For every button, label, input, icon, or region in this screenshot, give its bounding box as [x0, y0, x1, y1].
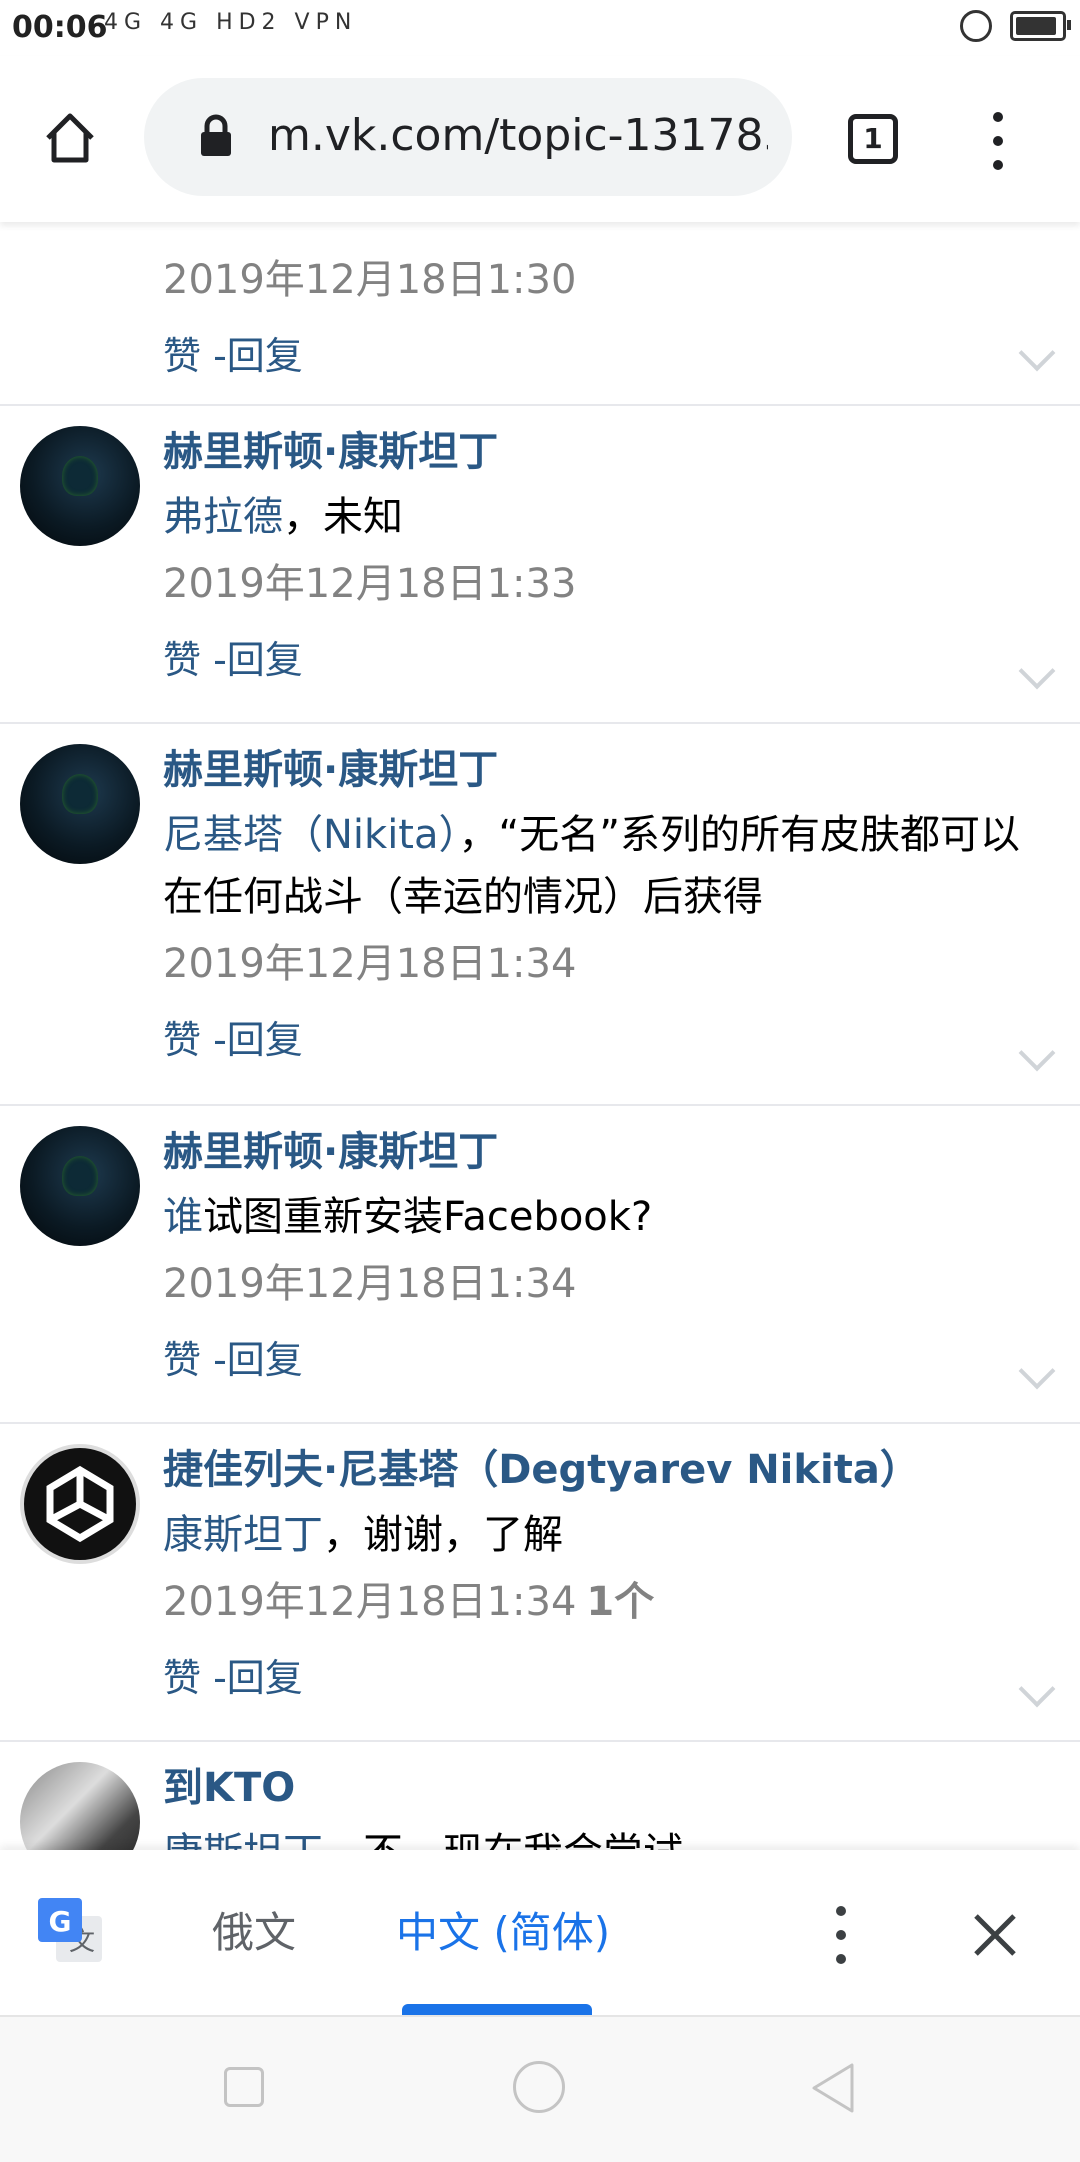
comment-date: 2019年12月18日1:34	[163, 941, 577, 987]
like-count[interactable]: 1个	[586, 1579, 654, 1625]
comment-item: 赫里斯顿·康斯坦丁 尼基塔（Nikita），“无名”系列的所有皮肤都可以在任何战…	[0, 724, 1080, 1106]
google-translate-icon[interactable]: 文 G	[38, 1898, 104, 1964]
svg-text:G: G	[49, 1905, 72, 1938]
home-nav-button[interactable]	[513, 2061, 565, 2113]
selected-tab-indicator	[402, 2004, 592, 2015]
translate-menu-button[interactable]	[826, 1906, 856, 1966]
comment-item: 捷佳列夫·尼基塔（Degtyarev Nikita） 康斯坦丁，谢谢，了解 20…	[0, 1424, 1080, 1742]
browser-toolbar: m.vk.com/topic-131785 1	[0, 56, 1080, 222]
source-language-tab[interactable]: 俄文	[212, 1908, 296, 1958]
comment-actions[interactable]: 赞 -回复	[163, 328, 1050, 404]
comment-item: 2019年12月18日1:30 赞 -回复	[0, 222, 1080, 406]
unity-logo-icon	[46, 1465, 114, 1543]
status-bar: 00:06 4G 4G HD2 VPN	[0, 0, 1080, 56]
comment-body: 试图重新安装Facebook?	[203, 1194, 653, 1240]
comment-author[interactable]: 到KTO	[163, 1760, 1050, 1816]
comment-date: 2019年12月18日1:34	[163, 1261, 577, 1307]
comment-text: 弗拉德，未知	[163, 486, 1050, 548]
comment-author[interactable]: 赫里斯顿·康斯坦丁	[163, 1124, 1050, 1180]
rotation-lock-icon	[960, 10, 992, 42]
comment-author[interactable]: 捷佳列夫·尼基塔（Degtyarev Nikita）	[163, 1442, 1050, 1498]
comments-list: 2019年12月18日1:30 赞 -回复 赫里斯顿·康斯坦丁 弗拉德，未知 2…	[0, 222, 1080, 1850]
back-button[interactable]	[808, 2061, 858, 2115]
avatar[interactable]	[20, 1444, 140, 1564]
comment-author[interactable]: 赫里斯顿·康斯坦丁	[163, 742, 1050, 798]
close-icon[interactable]	[972, 1912, 1018, 1958]
comment-mention[interactable]: 康斯坦丁	[163, 1512, 323, 1558]
network-icons: 4G 4G HD2 VPN	[104, 10, 358, 35]
avatar[interactable]	[20, 1126, 140, 1246]
status-right	[960, 10, 1071, 42]
comment-text: 康斯坦丁，谢谢，了解	[163, 1504, 1050, 1566]
recents-button[interactable]	[224, 2067, 264, 2107]
comment-date: 2019年12月18日1:34 1个	[163, 1574, 1050, 1630]
comment-body: ，未知	[283, 494, 403, 540]
comment-mention[interactable]: 弗拉德	[163, 494, 283, 540]
comment-actions[interactable]: 赞 -回复	[163, 632, 1050, 708]
comment-item: 到KTO 康斯坦丁，不，现在我会尝试	[0, 1742, 1080, 1850]
comment-date: 2019年12月18日1:30	[163, 257, 577, 303]
avatar[interactable]	[20, 744, 140, 864]
url-bar[interactable]: m.vk.com/topic-131785	[144, 78, 792, 196]
home-icon	[46, 113, 94, 163]
comment-text: 康斯坦丁，不，现在我会尝试	[163, 1822, 1050, 1850]
comment-actions[interactable]: 赞 -回复	[163, 1650, 1050, 1726]
comment-actions[interactable]: 赞 -回复	[163, 1332, 1050, 1408]
comment-date: 2019年12月18日1:33	[163, 561, 577, 607]
comment-text: 谁试图重新安装Facebook?	[163, 1186, 1050, 1248]
url-text[interactable]: m.vk.com/topic-131785	[268, 110, 768, 161]
comment-author[interactable]: 赫里斯顿·康斯坦丁	[163, 424, 1050, 480]
lock-icon	[201, 114, 231, 156]
comment-item: 赫里斯顿·康斯坦丁 弗拉德，未知 2019年12月18日1:33 赞 -回复	[0, 406, 1080, 724]
tab-switcher-button[interactable]: 1	[848, 114, 898, 164]
system-nav-bar	[0, 2015, 1080, 2162]
avatar[interactable]	[20, 1762, 140, 1850]
comment-mention[interactable]: 谁	[163, 1194, 203, 1240]
battery-fill	[1016, 17, 1056, 35]
comment-text: 尼基塔（Nikita），“无名”系列的所有皮肤都可以在任何战斗（幸运的情况）后获…	[163, 804, 1050, 928]
comment-actions[interactable]: 赞 -回复	[163, 1012, 1050, 1088]
comment-body: ，谢谢，了解	[323, 1512, 563, 1558]
comment-mention[interactable]: 尼基塔（Nikita）	[163, 812, 459, 858]
home-button[interactable]	[42, 110, 98, 166]
comment-item: 赫里斯顿·康斯坦丁 谁试图重新安装Facebook? 2019年12月18日1:…	[0, 1106, 1080, 1424]
comment-date-text: 2019年12月18日1:34	[163, 1579, 577, 1625]
battery-icon	[1010, 11, 1071, 41]
avatar[interactable]	[20, 426, 140, 546]
comment-mention[interactable]: 康斯坦丁	[163, 1830, 323, 1850]
status-time: 00:06	[12, 10, 108, 45]
translate-bar: 文 G 俄文 中文 (简体)	[0, 1850, 1080, 2015]
target-language-tab[interactable]: 中文 (简体)	[396, 1908, 610, 1958]
comment-body: ，不，现在我会尝试	[323, 1830, 683, 1850]
browser-menu-button[interactable]	[978, 112, 1018, 172]
